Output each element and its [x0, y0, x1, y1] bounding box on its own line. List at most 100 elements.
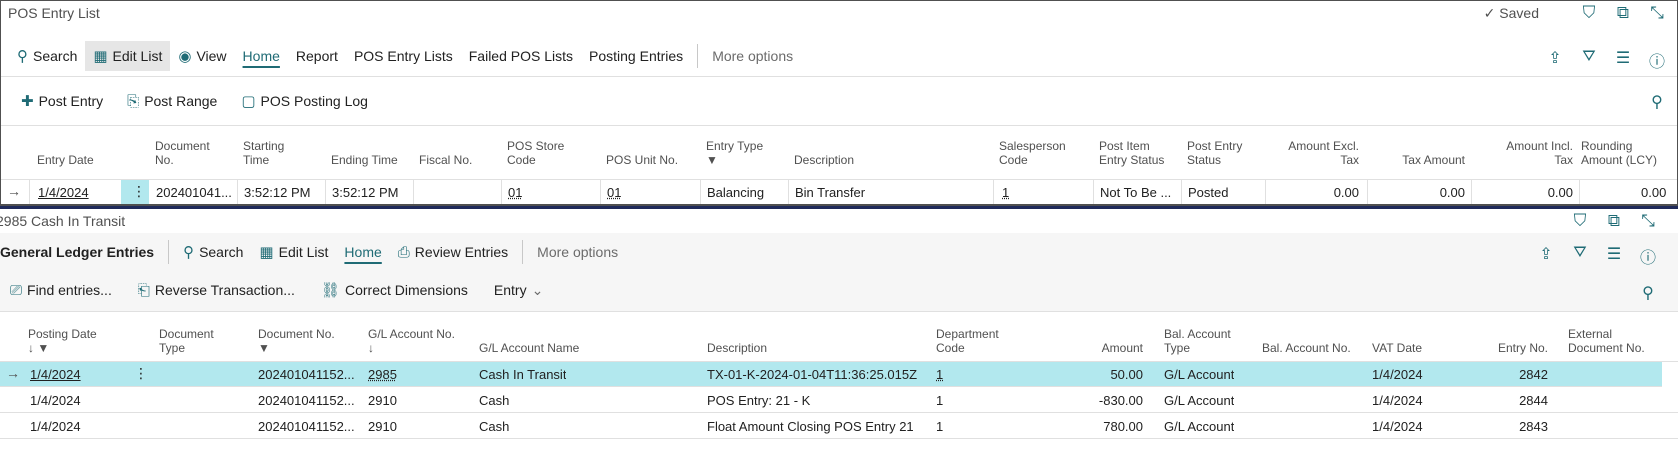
divider — [522, 240, 524, 264]
gl-entries-table-header: Posting Date ↓ ▼ Document Type Document N… — [0, 327, 1678, 359]
more-options-button[interactable]: More options — [704, 41, 801, 71]
gl-entries-title: General Ledger Entries — [0, 244, 155, 260]
post-range-button[interactable]: ⎘ Post Range — [119, 86, 225, 116]
column-header[interactable]: Post Item Entry Status — [1099, 139, 1164, 167]
salesperson-code-cell[interactable]: 1 — [1002, 185, 1009, 200]
column-header[interactable]: Document No. ▼ — [258, 327, 335, 355]
column-header[interactable]: Entry No. — [1470, 341, 1548, 355]
column-header[interactable]: Bal. Account Type — [1164, 327, 1231, 355]
column-header[interactable]: Ending Time — [331, 153, 398, 167]
bookmark-icon[interactable]: ⛉ — [1570, 211, 1590, 231]
column-header[interactable]: Entry Type ▼ — [706, 139, 763, 167]
column-header[interactable]: Document Type — [159, 327, 214, 355]
edit-list-icon: ▦ — [259, 244, 274, 261]
pos-posting-log-button[interactable]: ▢ POS Posting Log — [233, 86, 376, 116]
correct-dimensions-button[interactable]: ⛓ Correct Dimensions — [313, 275, 476, 305]
column-header[interactable]: POS Store Code — [507, 139, 564, 167]
list-icon[interactable]: ☰ — [1604, 244, 1624, 268]
department-code-cell[interactable]: 1 — [936, 367, 943, 382]
share-icon[interactable]: ⇪ — [1545, 48, 1565, 72]
column-header[interactable]: Description — [794, 153, 854, 167]
table-row[interactable]: 1/4/2024 202401041152... 2910 Cash Float… — [0, 414, 1678, 439]
post-entry-button[interactable]: ✚ Post Entry — [13, 86, 111, 116]
review-entries-button[interactable]: ⎙ Review Entries — [390, 237, 516, 267]
page-title: 2985 Cash In Transit — [0, 213, 126, 229]
divider — [0, 311, 1678, 312]
tab-home[interactable]: Home — [336, 237, 389, 267]
edit-list-icon: ▦ — [93, 48, 108, 65]
column-header[interactable]: VAT Date — [1372, 341, 1422, 355]
column-header[interactable]: Description — [707, 341, 767, 355]
entry-menu-button[interactable]: Entry ⌄ — [486, 275, 551, 305]
tab-report[interactable]: Report — [288, 41, 346, 71]
document-no-cell: 202401041152... — [258, 419, 355, 434]
gl-account-no-cell[interactable]: 2985 — [368, 367, 397, 382]
more-dots-icon[interactable]: ⋮ — [134, 365, 148, 382]
column-header[interactable]: Amount Incl. Tax — [1475, 139, 1573, 167]
tab-home[interactable]: Home — [235, 41, 288, 71]
reverse-transaction-button[interactable]: ⎗ Reverse Transaction... — [130, 275, 303, 305]
info-icon[interactable]: ⓘ — [1638, 244, 1658, 268]
bal-account-type-cell: G/L Account — [1164, 419, 1235, 434]
divider — [413, 180, 414, 204]
edit-list-button[interactable]: ▦ Edit List — [251, 237, 336, 267]
column-header[interactable]: Document No. — [155, 139, 210, 167]
edit-list-button[interactable]: ▦ Edit List — [85, 41, 171, 71]
more-options-button[interactable]: More options — [529, 237, 626, 267]
tab-posting-entries[interactable]: Posting Entries — [581, 41, 691, 71]
column-header[interactable]: Fiscal No. — [419, 153, 472, 167]
pos-store-code-cell[interactable]: 01 — [508, 185, 522, 200]
column-header[interactable]: POS Unit No. — [606, 153, 678, 167]
sub-action-bar: ✚ Post Entry ⎘ Post Range ▢ POS Posting Log — [1, 86, 1677, 116]
entry-no-cell: 2844 — [1519, 393, 1548, 408]
entry-no-cell: 2842 — [1519, 367, 1548, 382]
share-icon[interactable]: ⇪ — [1536, 244, 1556, 268]
open-new-window-icon[interactable]: ⧉ — [1613, 3, 1633, 23]
column-header[interactable]: Bal. Account No. — [1262, 341, 1351, 355]
bookmark-icon[interactable]: ⛉ — [1579, 3, 1599, 23]
info-icon[interactable]: ⓘ — [1647, 48, 1667, 72]
collapse-icon[interactable]: ⤡ — [1638, 211, 1658, 231]
table-row[interactable]: 1/4/2024 202401041152... 2910 Cash POS E… — [0, 388, 1678, 413]
more-dots-icon: ⋮ — [132, 183, 146, 199]
column-header[interactable]: Posting Date ↓ ▼ — [28, 327, 97, 355]
column-header[interactable]: Amount — [1050, 341, 1143, 355]
tab-pos-entry-lists[interactable]: POS Entry Lists — [346, 41, 461, 71]
open-new-window-icon[interactable]: ⧉ — [1604, 211, 1624, 231]
gl-account-no-cell: 2910 — [368, 393, 397, 408]
view-button[interactable]: ◉ View — [170, 41, 234, 71]
tab-failed-pos-lists[interactable]: Failed POS Lists — [461, 41, 581, 71]
reverse-transaction-label: Reverse Transaction... — [154, 282, 295, 298]
search-button[interactable]: ⚲ Search — [9, 41, 85, 71]
entry-date-cell[interactable]: 1/4/2024 — [38, 185, 89, 200]
list-icon[interactable]: ☰ — [1613, 48, 1633, 72]
pin-tools: ⚲ — [1638, 283, 1658, 303]
column-header[interactable]: Starting Time — [243, 139, 284, 167]
filter-icon[interactable]: ⛛ — [1570, 244, 1590, 268]
column-header[interactable]: Post Entry Status — [1187, 139, 1242, 167]
pin-icon[interactable]: ⚲ — [1647, 92, 1667, 112]
search-button[interactable]: ⚲ Search — [175, 237, 251, 267]
filter-icon[interactable]: ⛛ — [1579, 48, 1599, 72]
search-icon: ⚲ — [183, 244, 195, 261]
column-header[interactable]: Salesperson Code — [999, 139, 1066, 167]
row-menu-cell[interactable]: ⋮ — [121, 180, 149, 204]
column-header[interactable]: G/L Account Name — [479, 341, 579, 355]
column-header[interactable]: Tax Amount — [1371, 153, 1465, 167]
filter-icon: ▼ — [706, 153, 718, 167]
table-row[interactable]: → 1/4/2024 ⋮ 202401041... 3:52:12 PM 3:5… — [1, 180, 1677, 204]
column-header[interactable]: Entry Date — [37, 153, 94, 167]
divider — [1367, 180, 1368, 204]
collapse-icon[interactable]: ⤡ — [1647, 3, 1667, 23]
column-header[interactable]: External Document No. — [1568, 327, 1645, 355]
table-row[interactable]: → 1/4/2024 ⋮ 202401041152... 2985 Cash I… — [0, 362, 1662, 387]
column-header[interactable]: Rounding Amount (LCY) — [1581, 139, 1677, 167]
pin-icon[interactable]: ⚲ — [1638, 283, 1658, 303]
column-header[interactable]: Amount Excl. Tax — [1271, 139, 1359, 167]
posting-date-cell[interactable]: 1/4/2024 — [30, 367, 81, 382]
column-header[interactable]: Department Code — [936, 327, 999, 355]
find-entries-button[interactable]: ⎚ Find entries... — [2, 275, 120, 305]
dimensions-icon: ⛓ — [320, 282, 340, 299]
column-header[interactable]: G/L Account No. ↓ — [368, 327, 455, 355]
pos-unit-no-cell[interactable]: 01 — [607, 185, 621, 200]
